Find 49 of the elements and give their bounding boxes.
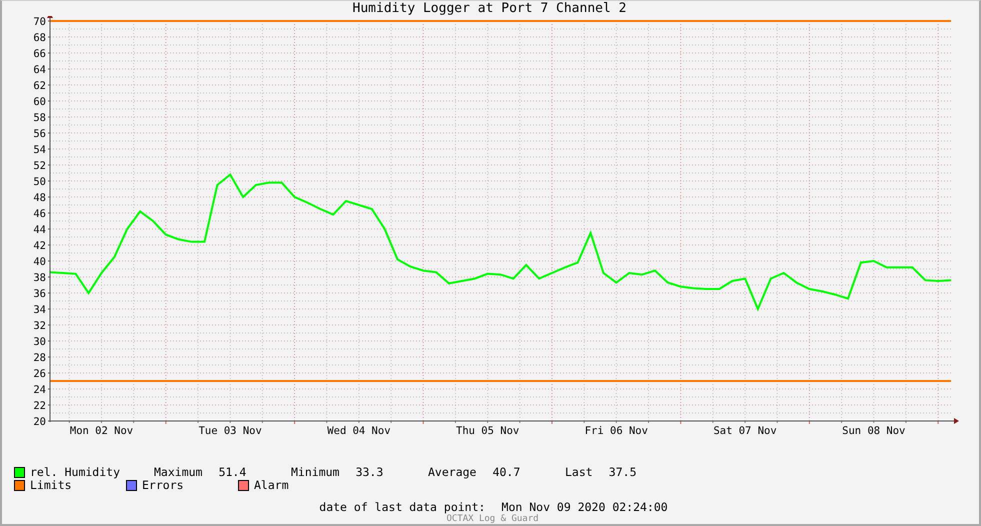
axis-label: 62 (33, 80, 46, 92)
axis-label: 30 (33, 336, 46, 348)
axis-label: 68 (33, 32, 46, 44)
axis-label: 50 (33, 176, 46, 188)
footer-mark: OCTAX Log & Guard (445, 514, 540, 525)
stat-label: Maximum (154, 465, 202, 479)
axis-label: 36 (33, 288, 46, 300)
axis-label: Mon 02 Nov (70, 425, 134, 437)
axis-label: 38 (33, 272, 46, 284)
axis-label: Thu 05 Nov (456, 425, 520, 437)
stat-value: 33.3 (356, 465, 384, 479)
axis-label: 32 (33, 320, 46, 332)
axis-label: 56 (33, 128, 46, 140)
axis-label: 66 (33, 48, 46, 60)
axis-label: 42 (33, 240, 46, 252)
axis-label: 54 (33, 144, 46, 156)
axis-label: Wed 04 Nov (327, 425, 391, 437)
axis-label: Tue 03 Nov (198, 425, 262, 437)
axis-label: 52 (33, 160, 46, 172)
axis-label: 20 (33, 416, 46, 428)
axis-label: Sun 08 Nov (842, 425, 906, 437)
axis-label: 70 (33, 16, 46, 28)
axis-label: 22 (33, 400, 46, 412)
legend-label: rel. Humidity (30, 465, 120, 479)
axis-label: 24 (33, 384, 46, 396)
axis-label: 40 (33, 256, 46, 268)
axis-label: 64 (33, 64, 46, 76)
stat-label: Last (565, 465, 593, 479)
stat-value: 37.5 (608, 465, 636, 479)
axis-label: 58 (33, 112, 46, 124)
chart-title: Humidity Logger at Port 7 Channel 2 (352, 1, 628, 16)
axis-label: Fri 06 Nov (584, 425, 648, 437)
axis-label: 60 (33, 96, 46, 108)
axis-label: 48 (33, 192, 46, 204)
legend-label: Errors (142, 478, 184, 492)
stat-label: Minimum (291, 465, 340, 479)
axis-label: 26 (33, 368, 46, 380)
legend-label: Alarm (254, 478, 289, 492)
legend-label: Limits (30, 478, 72, 492)
axis-label: Sat 07 Nov (713, 425, 777, 437)
stat-value: 51.4 (218, 465, 246, 479)
axis-label: 34 (33, 304, 46, 316)
last-data-value: Mon Nov 09 2020 02:24:00 (502, 500, 668, 514)
axis-label: 28 (33, 352, 46, 364)
stat-label: Average (428, 465, 476, 479)
stat-value: 40.7 (492, 465, 520, 479)
axis-label: 46 (33, 208, 46, 220)
last-data-label: date of last data point: (319, 500, 486, 514)
axis-label: 44 (33, 224, 46, 236)
